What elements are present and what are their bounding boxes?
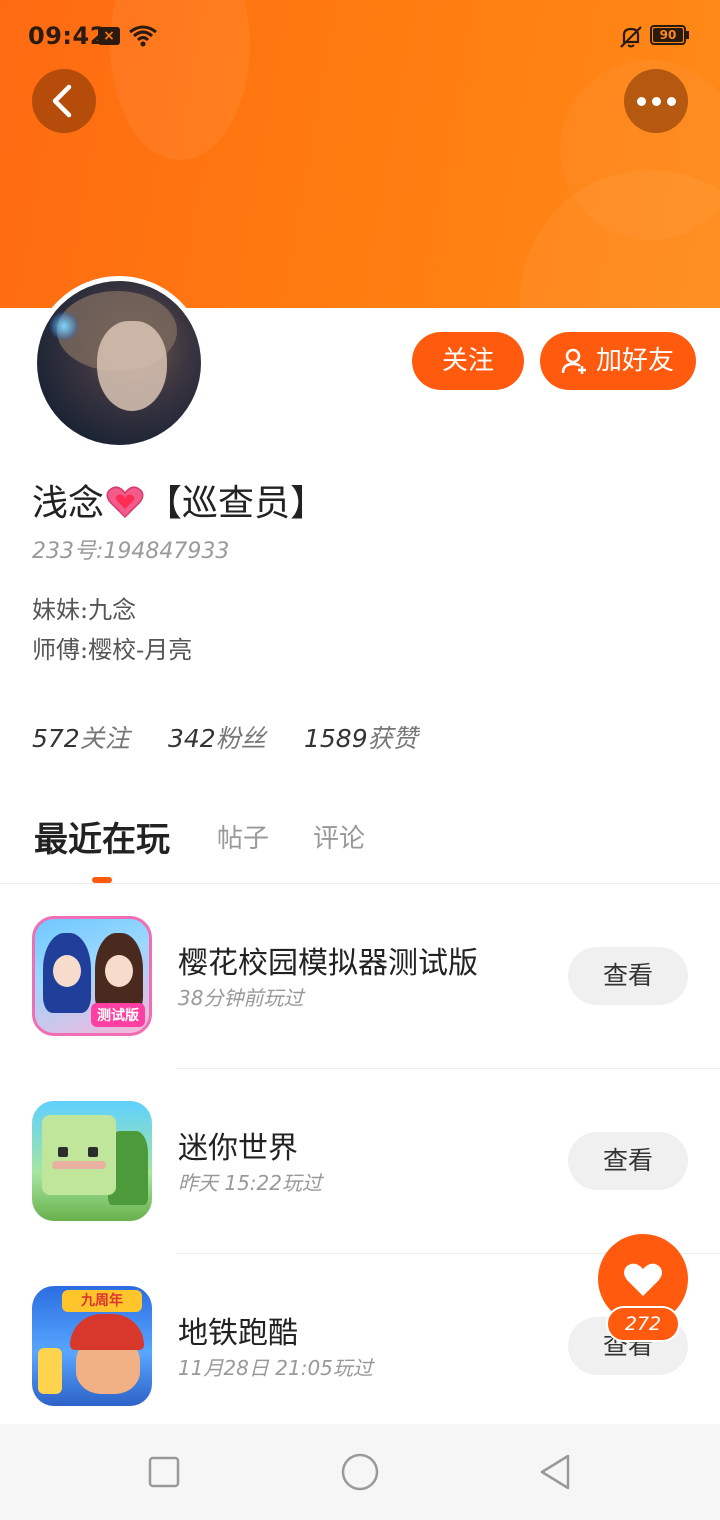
profile-role: 【巡查员】 [146, 483, 327, 524]
bio-line: 师傅:樱校-月亮 [32, 636, 193, 664]
following-label: 关注 [79, 724, 130, 753]
back-button[interactable] [32, 69, 96, 133]
more-button[interactable] [624, 69, 688, 133]
follow-button[interactable]: 关注 [412, 332, 524, 390]
likes-count: 1589 [304, 724, 368, 753]
status-bar: 09:42 × 90 [0, 18, 720, 58]
tab-posts[interactable]: 帖子 [217, 818, 269, 855]
wifi-icon [129, 25, 157, 47]
game-icon-sakura-school: 测试版 [32, 916, 152, 1036]
game-played-time: 昨天 15:22玩过 [178, 1171, 322, 1195]
bio-line: 妹妹:九念 [32, 596, 137, 624]
home-icon[interactable] [340, 1452, 380, 1492]
avatar-image [37, 281, 201, 445]
view-button[interactable]: 查看 [568, 947, 688, 1005]
likes-label: 获赞 [367, 724, 418, 753]
status-time: 09:42 [28, 22, 107, 50]
game-icon-subway-surfers: 九周年 [32, 1286, 152, 1406]
view-button[interactable]: 查看 [568, 1132, 688, 1190]
following-stat[interactable]: 572关注 [32, 719, 130, 755]
game-played-time: 11月28日 21:05玩过 [178, 1356, 373, 1380]
battery-level: 90 [659, 28, 677, 42]
add-friend-label: 加好友 [596, 346, 675, 376]
game-badge: 测试版 [91, 1003, 145, 1027]
heart-emoji-icon [106, 486, 144, 519]
sim-x-icon: × [98, 27, 120, 45]
game-title: 樱花校园模拟器测试版 [178, 946, 478, 981]
system-nav-bar [0, 1424, 720, 1520]
tab-recently-played[interactable]: 最近在玩 [34, 812, 170, 861]
profile-name: 浅念 【巡查员】 [32, 474, 326, 526]
likes-stat: 1589获赞 [304, 719, 418, 755]
list-item[interactable]: 迷你世界 昨天 15:22玩过 查看 [0, 1069, 720, 1254]
chevron-left-icon [52, 84, 72, 118]
heart-icon [624, 1263, 662, 1296]
recent-apps-icon[interactable] [144, 1452, 184, 1492]
user-id: 233号:194847933 [32, 539, 230, 564]
battery-icon: 90 [650, 25, 689, 45]
game-title: 迷你世界 [178, 1131, 298, 1166]
more-dots-icon [637, 97, 646, 106]
avatar[interactable] [32, 276, 206, 450]
game-played-time: 38分钟前玩过 [178, 986, 304, 1010]
profile-name-text: 浅念 [32, 483, 105, 524]
back-nav-icon[interactable] [536, 1452, 576, 1492]
followers-stat[interactable]: 342粉丝 [168, 719, 266, 755]
add-user-icon [561, 348, 586, 374]
tab-comments[interactable]: 评论 [313, 818, 365, 855]
like-count: 272 [606, 1306, 680, 1342]
list-item[interactable]: 测试版 樱花校园模拟器测试版 38分钟前玩过 查看 [0, 884, 720, 1069]
followers-label: 粉丝 [215, 724, 266, 753]
add-friend-button[interactable]: 加好友 [540, 332, 696, 390]
game-badge: 九周年 [62, 1290, 142, 1312]
game-title: 地铁跑酷 [178, 1316, 298, 1351]
bell-off-icon [620, 26, 642, 48]
following-count: 572 [32, 724, 80, 753]
followers-count: 342 [168, 724, 216, 753]
game-icon-mini-world [32, 1101, 152, 1221]
